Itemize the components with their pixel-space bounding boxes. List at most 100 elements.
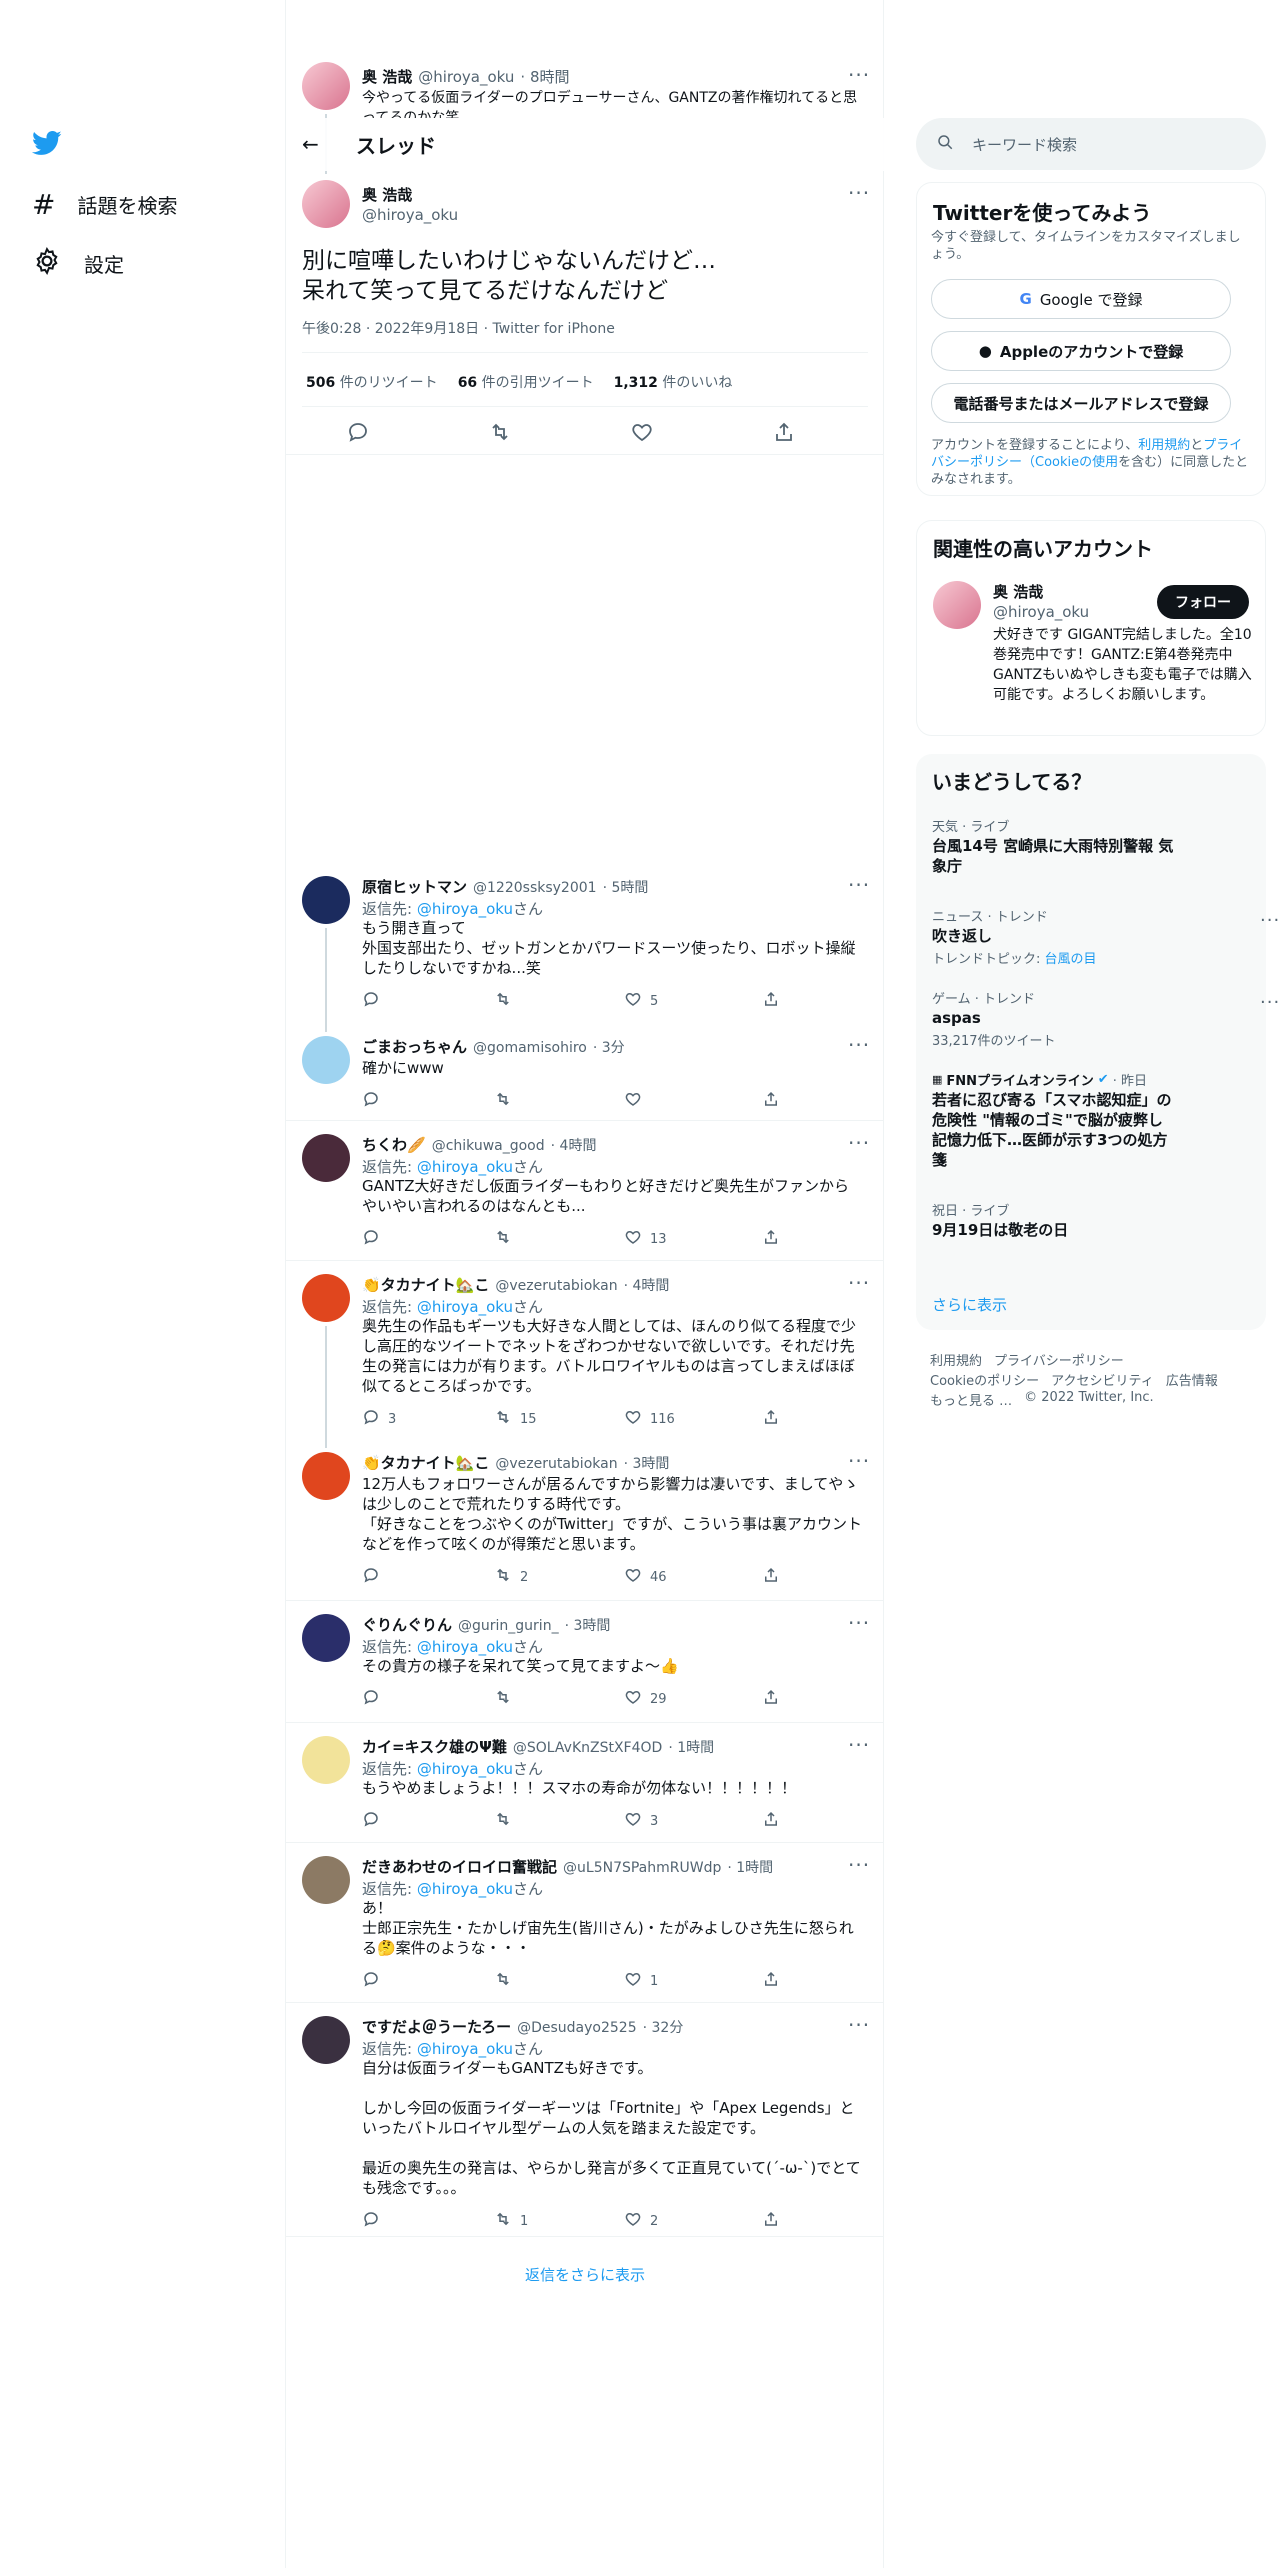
retweet-icon[interactable] bbox=[488, 420, 512, 448]
more-options-icon[interactable]: ··· bbox=[848, 2015, 870, 2035]
like-button[interactable] bbox=[624, 1090, 762, 1112]
more-options-icon[interactable]: ··· bbox=[848, 1855, 870, 1875]
author-handle[interactable]: @vezerutabiokan bbox=[495, 1278, 617, 1294]
show-more-replies-button[interactable]: 返信をさらに表示 bbox=[286, 2252, 884, 2296]
quote-count[interactable]: 66 件の引用ツイート bbox=[458, 372, 594, 392]
tweet-time[interactable]: · 4時間 bbox=[551, 1135, 597, 1155]
avatar[interactable] bbox=[302, 1036, 350, 1084]
reply-button[interactable]: 3 bbox=[362, 1408, 494, 1430]
apple-signup-button[interactable]: ● Appleのアカウントで登録 bbox=[931, 331, 1231, 371]
avatar[interactable] bbox=[302, 62, 350, 110]
more-options-icon[interactable]: ··· bbox=[848, 875, 870, 895]
replying-to-link[interactable]: @hiroya_oku bbox=[417, 1298, 513, 1316]
like-button[interactable]: 1 bbox=[624, 1970, 762, 1992]
author-handle[interactable]: @Desudayo2525 bbox=[517, 2020, 637, 2036]
author-handle[interactable]: @chikuwa_good bbox=[432, 1138, 545, 1154]
reply-button[interactable] bbox=[362, 1228, 494, 1250]
tweet-time[interactable]: · 3時間 bbox=[565, 1615, 611, 1635]
phone-signup-button[interactable]: 電話番号またはメールアドレスで登録 bbox=[931, 383, 1231, 423]
nav-settings[interactable]: 設定 bbox=[32, 246, 124, 281]
author-handle[interactable]: @SOLAvKnZStXF4OD bbox=[513, 1740, 662, 1756]
reply-icon[interactable] bbox=[346, 420, 370, 448]
retweet-count[interactable]: 506 件のリツイート bbox=[306, 372, 438, 392]
share-button[interactable] bbox=[762, 990, 780, 1012]
nav-explore[interactable]: # 話題を検索 bbox=[32, 188, 177, 221]
tweet-time[interactable]: · 32分 bbox=[643, 2017, 684, 2037]
replying-to-link[interactable]: @hiroya_oku bbox=[417, 1638, 513, 1656]
replying-to-link[interactable]: @hiroya_oku bbox=[417, 2040, 513, 2058]
related-name[interactable]: 奥 浩哉 bbox=[993, 581, 1043, 602]
author-name[interactable]: ごまおっちゃん bbox=[362, 1036, 467, 1057]
like-count[interactable]: 1,312 件のいいね bbox=[614, 372, 733, 392]
reply-button[interactable] bbox=[362, 990, 494, 1012]
retweet-button[interactable] bbox=[494, 1090, 624, 1112]
more-options-icon[interactable]: ··· bbox=[848, 1613, 870, 1633]
avatar[interactable] bbox=[302, 1856, 350, 1904]
retweet-button[interactable]: 15 bbox=[494, 1408, 624, 1430]
like-button[interactable]: 5 bbox=[624, 990, 762, 1012]
author-name[interactable]: 原宿ヒットマン bbox=[362, 876, 467, 897]
tweet-time[interactable]: · 1時間 bbox=[668, 1737, 714, 1757]
like-icon[interactable] bbox=[630, 420, 654, 448]
back-arrow-icon[interactable]: ← bbox=[302, 132, 319, 156]
avatar[interactable] bbox=[302, 2016, 350, 2064]
avatar[interactable] bbox=[302, 1274, 350, 1322]
author-handle[interactable]: @hiroya_oku bbox=[418, 68, 514, 86]
trend-topic-link[interactable]: 台風の目 bbox=[1045, 952, 1097, 967]
like-button[interactable]: 46 bbox=[624, 1566, 762, 1588]
like-button[interactable]: 3 bbox=[624, 1810, 762, 1832]
share-button[interactable] bbox=[762, 1090, 780, 1112]
retweet-button[interactable] bbox=[494, 1228, 624, 1250]
share-button[interactable] bbox=[762, 2210, 780, 2232]
author-handle[interactable]: @1220ssksy2001 bbox=[473, 880, 597, 896]
footer-cookie-link[interactable]: Cookieのポリシー bbox=[930, 1370, 1039, 1389]
author-name[interactable]: 👏タカナイト🏡こ bbox=[362, 1452, 489, 1473]
tweet-time[interactable]: · 3分 bbox=[593, 1037, 625, 1057]
reply-button[interactable] bbox=[362, 1688, 494, 1710]
author-name[interactable]: 👏タカナイト🏡こ bbox=[362, 1274, 489, 1295]
avatar[interactable] bbox=[302, 876, 350, 924]
share-button[interactable] bbox=[762, 1566, 780, 1588]
retweet-button[interactable]: 1 bbox=[494, 2210, 624, 2232]
like-button[interactable]: 13 bbox=[624, 1228, 762, 1250]
avatar[interactable] bbox=[302, 1736, 350, 1784]
footer-privacy-link[interactable]: プライバシーポリシー bbox=[994, 1350, 1124, 1369]
author-handle[interactable]: @gurin_gurin_ bbox=[458, 1618, 559, 1634]
reply-button[interactable] bbox=[362, 2210, 494, 2232]
author-name[interactable]: 奥 浩哉 bbox=[362, 184, 412, 205]
more-options-icon[interactable]: ··· bbox=[848, 1273, 870, 1293]
more-options-icon[interactable]: ··· bbox=[848, 1133, 870, 1153]
reply-button[interactable] bbox=[362, 1810, 494, 1832]
avatar[interactable] bbox=[302, 1452, 350, 1500]
tweet-meta[interactable]: 午後0:28 · 2022年9月18日 · Twitter for iPhone bbox=[302, 318, 615, 338]
reply-button[interactable] bbox=[362, 1566, 494, 1588]
tweet-time[interactable]: · 8時間 bbox=[520, 66, 569, 87]
more-options-icon[interactable]: ··· bbox=[848, 1735, 870, 1755]
retweet-button[interactable]: 2 bbox=[494, 1566, 624, 1588]
share-button[interactable] bbox=[762, 1810, 780, 1832]
related-handle[interactable]: @hiroya_oku bbox=[993, 603, 1089, 621]
author-name[interactable]: カイ=キスク雄のΨ難 bbox=[362, 1736, 507, 1757]
like-button[interactable]: 116 bbox=[624, 1408, 762, 1430]
tweet-time[interactable]: · 5時間 bbox=[603, 877, 649, 897]
more-options-icon[interactable]: ··· bbox=[848, 1451, 870, 1471]
author-handle[interactable]: @vezerutabiokan bbox=[495, 1456, 617, 1472]
reply-button[interactable] bbox=[362, 1970, 494, 1992]
replying-to-link[interactable]: @hiroya_oku bbox=[417, 1760, 513, 1778]
show-more-trends-link[interactable]: さらに表示 bbox=[932, 1294, 1007, 1315]
follow-button[interactable]: フォロー bbox=[1157, 585, 1249, 619]
author-name[interactable]: ですだよ＠うーたろー bbox=[362, 2016, 511, 2037]
avatar[interactable] bbox=[302, 180, 350, 228]
retweet-button[interactable] bbox=[494, 1970, 624, 1992]
more-options-icon[interactable]: ··· bbox=[848, 1035, 870, 1055]
avatar[interactable] bbox=[302, 1614, 350, 1662]
google-signup-button[interactable]: G Google で登録 bbox=[931, 279, 1231, 319]
terms-link[interactable]: 利用規約 bbox=[1138, 438, 1190, 453]
author-handle[interactable]: @hiroya_oku bbox=[362, 206, 458, 224]
more-options-icon[interactable]: ··· bbox=[1260, 912, 1280, 930]
replying-to-link[interactable]: @hiroya_oku bbox=[417, 900, 513, 918]
replying-to-link[interactable]: @hiroya_oku bbox=[417, 1880, 513, 1898]
author-name[interactable]: ちくわ🥖 bbox=[362, 1134, 426, 1155]
footer-accessibility-link[interactable]: アクセシビリティ bbox=[1051, 1370, 1154, 1389]
like-button[interactable]: 2 bbox=[624, 2210, 762, 2232]
